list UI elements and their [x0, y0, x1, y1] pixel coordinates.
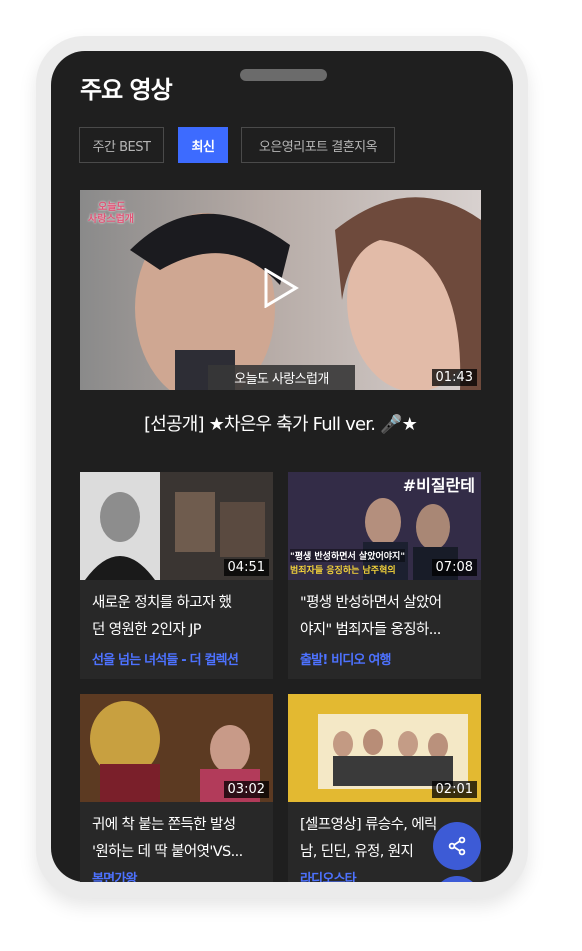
video-thumbnail[interactable]: #비질란테 "평생 반성하면서 살았어야지" 범죄자들 응징하는 남주혁의 07…: [288, 472, 481, 580]
play-icon: [264, 268, 299, 308]
featured-video-thumbnail[interactable]: 오늘도 사랑스럽개 오늘도 사랑스럽개 01:43: [80, 190, 481, 390]
video-title: 새로운 정치를 하고자 했 던 영원한 2인자 JP: [92, 595, 232, 638]
video-duration: 02:01: [431, 781, 477, 798]
video-channel: 선을 넘는 녀석들 - 더 컬렉션: [92, 653, 239, 668]
video-channel: 출발! 비디오 여행: [300, 653, 392, 668]
video-duration: 01:43: [431, 369, 477, 386]
tab-weekly-best[interactable]: 주간 BEST: [79, 127, 164, 163]
video-thumbnail[interactable]: 04:51: [80, 472, 273, 580]
video-duration: 03:02: [223, 781, 269, 798]
video-duration: 04:51: [223, 559, 269, 576]
tab-marriage-hell[interactable]: 오은영리포트 결혼지옥: [241, 127, 395, 163]
video-thumbnail[interactable]: 03:02: [80, 694, 273, 802]
video-thumbnail[interactable]: 02:01: [288, 694, 481, 802]
phone-notch: [240, 69, 327, 81]
section-title: 주요 영상: [80, 76, 173, 104]
scroll-top-button[interactable]: [433, 876, 481, 882]
video-duration: 07:08: [431, 559, 477, 576]
thumbnail-caption-1: "평생 반성하면서 살았어야지": [290, 549, 406, 562]
featured-video-title[interactable]: [선공개] ★차은우 축가 Full ver. 🎤★: [80, 410, 481, 436]
featured-caption: 오늘도 사랑스럽개: [208, 365, 355, 390]
video-title: "평생 반성하면서 살았어 야지" 범죄자들 옹징하...: [300, 595, 442, 638]
thumbnail-tag: #비질란테: [402, 476, 475, 495]
channel-logo: 오늘도 사랑스럽개: [88, 202, 134, 225]
fab-clip: [51, 851, 513, 882]
thumbnail-caption-2: 범죄자들 응징하는 남주혁의: [290, 566, 396, 576]
tab-latest[interactable]: 최신: [178, 127, 228, 163]
